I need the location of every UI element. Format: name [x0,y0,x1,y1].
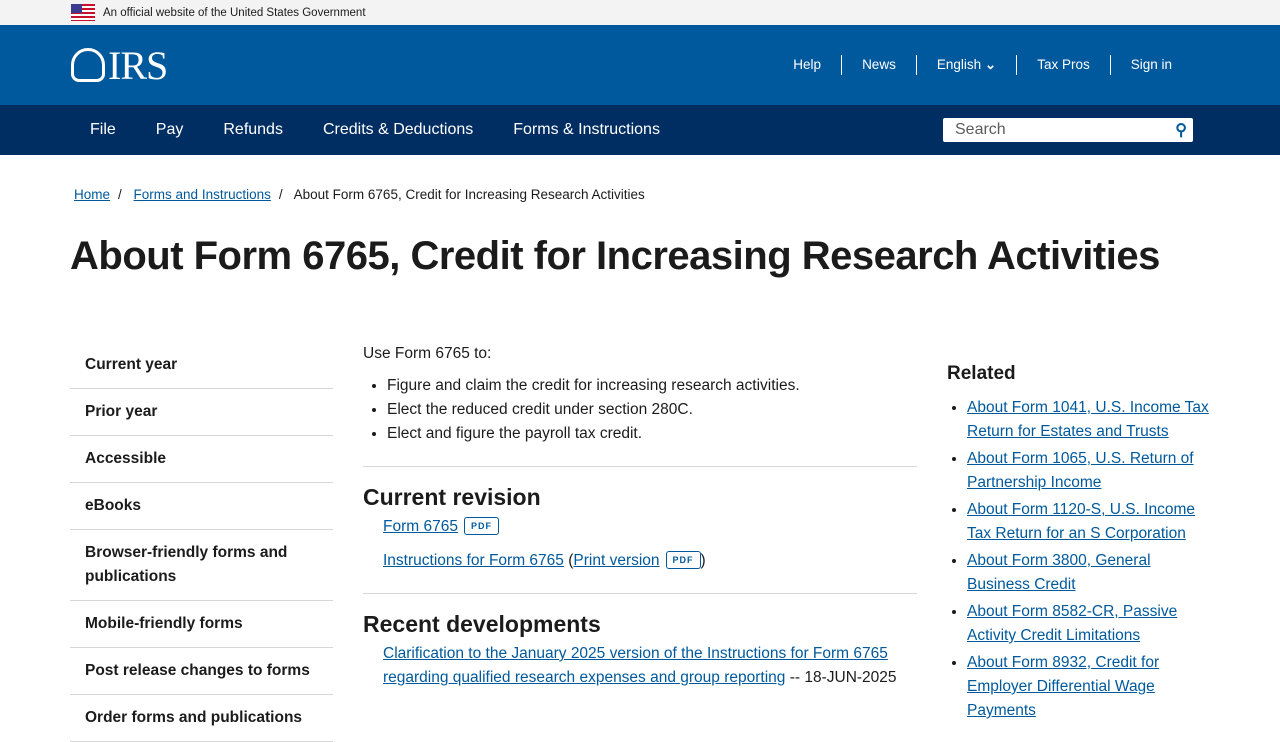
gov-banner-text: An official website of the United States… [103,6,366,19]
language-label: English [936,57,982,72]
header: IRS Help News English ⌄ Tax Pros Sign in [0,25,1280,105]
current-revision-heading: Current revision [363,484,541,510]
pdf-icon[interactable]: PDF [463,517,499,535]
instructions-link[interactable]: Instructions for Form 6765 [383,552,564,569]
related-link[interactable]: About Form 8582-CR, Passive Activity Cre… [967,603,1177,644]
us-flag-icon [71,4,95,21]
pdf-icon[interactable]: PDF [665,551,701,569]
related-section: Related About Form 1041, U.S. Income Tax… [947,362,1212,726]
help-link[interactable]: Help [773,55,841,75]
search-placeholder: Search [955,121,1006,138]
form-6765-link[interactable]: Form 6765 [383,518,458,535]
sidebar-item-current-year[interactable]: Current year [70,342,333,389]
search-input[interactable]: Search ⚲ [943,118,1193,142]
nav-file[interactable]: File [70,121,136,139]
related-link[interactable]: About Form 8932, Credit for Employer Dif… [967,654,1159,719]
irs-logo[interactable]: IRS [71,42,168,89]
sidebar-item-prior-year[interactable]: Prior year [70,389,333,436]
breadcrumb-forms[interactable]: Forms and Instructions [134,187,271,202]
nav-pay[interactable]: Pay [136,121,204,139]
gov-banner: An official website of the United States… [0,0,1280,25]
tax-pros-link[interactable]: Tax Pros [1016,55,1110,75]
divider [363,466,917,467]
development-date: -- 18-JUN-2025 [789,669,897,686]
sidebar-item-post-release[interactable]: Post release changes to forms [70,648,333,695]
page-title: About Form 6765, Credit for Increasing R… [70,234,1160,278]
related-link[interactable]: About Form 3800, General Business Credit [967,552,1151,593]
breadcrumb: Home / Forms and Instructions / About Form… [74,187,645,202]
eagle-icon [71,48,105,82]
main-nav: File Pay Refunds Credits & Deductions Fo… [0,105,1280,155]
related-link[interactable]: About Form 1041, U.S. Income Tax Return … [967,399,1209,440]
bullet-item: Elect the reduced credit under section 2… [387,398,917,422]
breadcrumb-current: About Form 6765, Credit for Increasing R… [293,187,645,202]
sign-in-link[interactable]: Sign in [1109,55,1192,75]
main-content: Use Form 6765 to: Figure and claim the c… [363,342,917,700]
nav-forms[interactable]: Forms & Instructions [493,121,680,139]
chevron-down-icon: ⌄ [984,57,997,72]
nav-credits[interactable]: Credits & Deductions [303,121,493,139]
nav-refunds[interactable]: Refunds [203,121,303,139]
sidebar-item-accessible[interactable]: Accessible [70,436,333,483]
bullet-item: Elect and figure the payroll tax credit. [387,422,917,446]
print-version-link[interactable]: Print version [573,552,659,569]
related-link[interactable]: About Form 1120-S, U.S. Income Tax Retur… [967,501,1195,542]
sidebar: Current year Prior year Accessible eBook… [70,342,333,742]
sidebar-item-order[interactable]: Order forms and publications [70,695,333,742]
related-link[interactable]: About Form 1065, U.S. Return of Partners… [967,450,1194,491]
sidebar-item-browser-friendly[interactable]: Browser-friendly forms and publications [70,530,333,601]
bullet-item: Figure and claim the credit for increasi… [387,374,917,398]
intro-text: Use Form 6765 to: [363,345,492,362]
language-select[interactable]: English ⌄ [915,55,1016,75]
sidebar-item-ebooks[interactable]: eBooks [70,483,333,530]
breadcrumb-home[interactable]: Home [74,187,110,202]
sidebar-item-mobile-friendly[interactable]: Mobile-friendly forms [70,601,333,648]
search-icon[interactable]: ⚲ [1175,120,1187,140]
news-link[interactable]: News [841,55,916,75]
divider [363,593,917,594]
recent-developments-heading: Recent developments [363,611,601,637]
related-heading: Related [947,363,1016,384]
logo-text: IRS [108,42,168,88]
